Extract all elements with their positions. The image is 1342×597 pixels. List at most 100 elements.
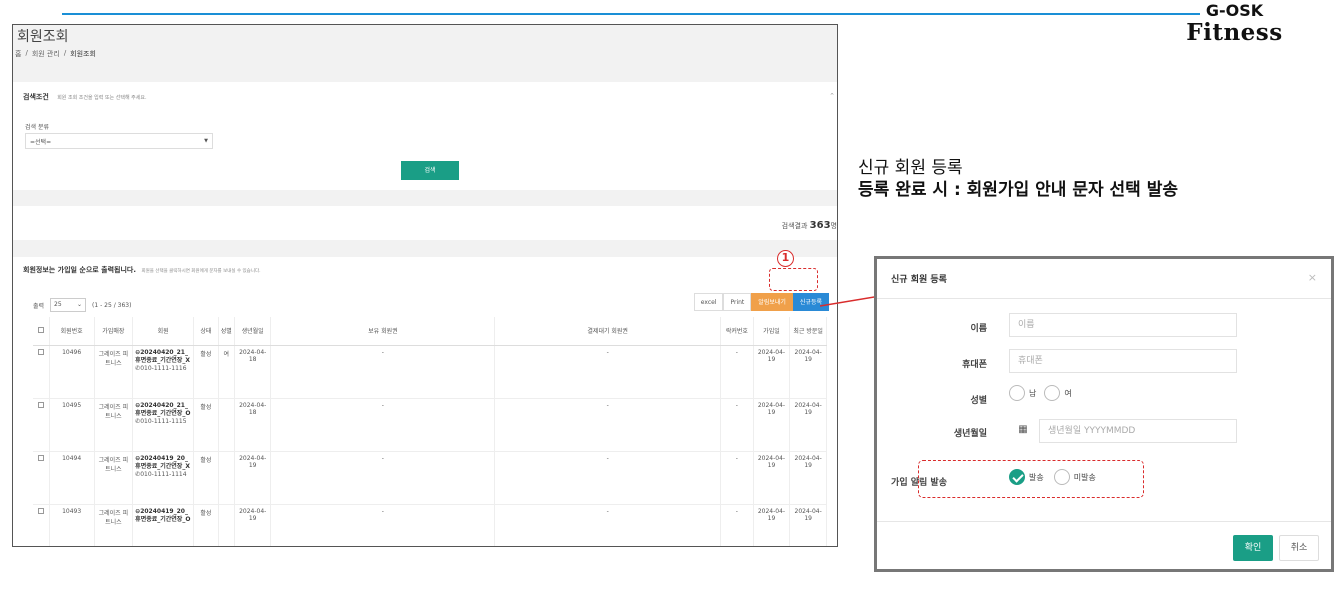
cell-store: 그레이즈 피트니스	[94, 345, 134, 399]
name-input[interactable]: 이름	[1009, 313, 1237, 337]
row-checkbox-cell[interactable]	[33, 451, 50, 505]
row-checkbox-cell[interactable]	[33, 345, 50, 399]
cell-last-visit: 2024-04-19	[789, 345, 827, 399]
step-marker: 1	[777, 250, 794, 267]
birth-input[interactable]: 생년월일 YYYYMMDD	[1039, 419, 1237, 443]
col-birth[interactable]: 생년월일	[234, 317, 272, 346]
cell-birth: 2024-04-18	[234, 345, 272, 399]
send-sms-button[interactable]: 알림보내기	[751, 293, 793, 311]
gender-male-radio[interactable]	[1009, 385, 1025, 401]
col-pending-membership[interactable]: 결제대기 회원권	[494, 317, 722, 346]
print-button[interactable]: Print	[723, 293, 752, 311]
select-all-checkbox[interactable]	[37, 326, 44, 333]
result-suffix: 명	[830, 222, 837, 230]
list-notice-text: 회원정보는 가입일 순으로 출력됩니다.	[23, 266, 137, 274]
search-header: 검색조건 회원 조회 조건을 입력 또는 선택해 주세요.	[23, 92, 147, 102]
search-panel: 검색조건 회원 조회 조건을 입력 또는 선택해 주세요. ⌃ 검색 분류 =선…	[13, 82, 837, 190]
cell-member-no: 10496	[49, 345, 95, 399]
member-name-text: 20240419_20_휴면종료_기간연장_X	[135, 454, 190, 470]
cell-member[interactable]: ⊖20240420_21_휴면종료_기간연장_X ✆010-1111-1116	[132, 345, 195, 399]
member-phone: ✆010-1111-1116	[135, 365, 191, 373]
cell-status: 활성	[193, 504, 219, 546]
row-checkbox[interactable]	[37, 401, 44, 408]
phone-input[interactable]: 휴대폰	[1009, 349, 1237, 373]
select-all-checkbox-cell[interactable]	[33, 317, 50, 346]
cancel-button[interactable]: 취소	[1279, 535, 1319, 561]
cell-pending: -	[494, 451, 722, 505]
col-owned-membership[interactable]: 보유 회원권	[270, 317, 496, 346]
table-row[interactable]: 10495 그레이즈 피트니스 ⊖20240420_21_휴면종료_기간연장_O…	[33, 398, 827, 452]
cell-gender	[218, 398, 235, 452]
member-name[interactable]: ⊖20240420_21_휴면종료_기간연장_O	[135, 402, 191, 418]
cell-store: 그레이즈 피트니스	[94, 504, 134, 546]
cell-birth: 2024-04-19	[234, 451, 272, 505]
new-button-highlight	[769, 268, 818, 291]
new-member-modal: 신규 회원 등록 × 이름 이름 휴대폰 휴대폰 성별 남 여 생년월일 ▦ 생…	[874, 256, 1334, 572]
notify-nosend-label[interactable]: 미발송	[1074, 472, 1096, 483]
name-label: 이름	[970, 324, 987, 334]
modal-footer-divider	[877, 521, 1331, 522]
cell-member[interactable]: ⊖20240419_20_휴면종료_기간연장_X ✆010-1111-1114	[132, 451, 195, 505]
notify-nosend-radio[interactable]	[1053, 469, 1070, 485]
notify-radio-group: 발송 미발송	[1009, 469, 1096, 485]
category-select[interactable]: =선택= ▼	[25, 133, 213, 149]
col-gender[interactable]: 성별	[218, 317, 235, 346]
col-last-visit[interactable]: 최근 방문일	[789, 317, 827, 346]
header-line	[62, 13, 1200, 15]
gender-male-label[interactable]: 남	[1029, 388, 1036, 399]
table-row[interactable]: 10493 그레이즈 피트니스 ⊖20240419_20_휴면종료_기간연장_O…	[33, 504, 827, 546]
cell-join-date: 2024-04-19	[753, 345, 791, 399]
list-notice-sub: 회원을 선택을 클릭하시면 회원에게 문자를 보내실 수 있습니다.	[141, 269, 261, 274]
row-checkbox-cell[interactable]	[33, 504, 50, 546]
notify-send-radio[interactable]	[1009, 469, 1025, 485]
breadcrumb-current: 회원조회	[70, 50, 96, 58]
cell-member-no: 10495	[49, 398, 95, 452]
chevron-down-icon: ⌄	[77, 301, 83, 308]
breadcrumb-separator: /	[63, 49, 67, 57]
cell-last-visit: 2024-04-19	[789, 504, 827, 546]
annotation-line1: 신규 회원 등록	[858, 158, 963, 178]
col-member-no[interactable]: 회원번호	[49, 317, 95, 346]
breadcrumb-home[interactable]: 홈	[15, 49, 21, 59]
chevron-up-icon[interactable]: ⌃	[829, 92, 835, 100]
per-page-value: 25	[54, 301, 62, 308]
col-locker[interactable]: 락커번호	[720, 317, 754, 346]
close-icon[interactable]: ×	[1308, 271, 1317, 284]
member-phone: ✆010-1111-1115	[135, 418, 191, 426]
caret-down-icon: ▼	[204, 138, 208, 144]
col-status[interactable]: 상태	[193, 317, 219, 346]
col-member[interactable]: 회원	[132, 317, 195, 346]
member-name[interactable]: ⊖20240420_21_휴면종료_기간연장_X	[135, 349, 191, 365]
row-checkbox[interactable]	[37, 348, 44, 355]
calendar-icon[interactable]: ▦	[1009, 419, 1037, 443]
table-row[interactable]: 10496 그레이즈 피트니스 ⊖20240420_21_휴면종료_기간연장_X…	[33, 345, 827, 399]
gender-female-label[interactable]: 여	[1064, 388, 1071, 399]
page-title: 회원조회	[17, 29, 69, 45]
confirm-button[interactable]: 확인	[1233, 535, 1273, 561]
per-page-select[interactable]: 25 ⌄	[50, 298, 87, 312]
cell-member[interactable]: ⊖20240419_20_휴면종료_기간연장_O	[132, 504, 195, 546]
row-checkbox[interactable]	[37, 454, 44, 461]
col-join-date[interactable]: 가입일	[753, 317, 791, 346]
breadcrumb-member-manage[interactable]: 회원 관리	[32, 49, 60, 59]
notify-send-label[interactable]: 발송	[1029, 472, 1044, 483]
cell-last-visit: 2024-04-19	[789, 398, 827, 452]
gender-female-radio[interactable]	[1044, 385, 1061, 401]
excel-button[interactable]: excel	[693, 293, 724, 311]
brand-line2: Fitness	[1186, 19, 1283, 46]
row-checkbox[interactable]	[37, 507, 44, 514]
search-button[interactable]: 검색	[401, 161, 459, 180]
row-checkbox-cell[interactable]	[33, 398, 50, 452]
member-name[interactable]: ⊖20240419_20_휴면종료_기간연장_O	[135, 508, 191, 524]
cell-member[interactable]: ⊖20240420_21_휴면종료_기간연장_O ✆010-1111-1115	[132, 398, 195, 452]
cell-locker: -	[720, 451, 754, 505]
phone-label: 휴대폰	[962, 360, 987, 370]
member-table: 회원번호 가입매장 회원 상태 성별 생년월일 보유 회원권 결제대기 회원권 …	[33, 317, 827, 546]
cell-join-date: 2024-04-19	[753, 504, 791, 546]
table-row[interactable]: 10494 그레이즈 피트니스 ⊖20240419_20_휴면종료_기간연장_X…	[33, 451, 827, 505]
member-name[interactable]: ⊖20240419_20_휴면종료_기간연장_X	[135, 455, 191, 471]
annotation-text: 신규 회원 등록 등록 완료 시 : 회원가입 안내 문자 선택 발송	[858, 157, 1178, 201]
cell-status: 활성	[193, 345, 219, 399]
cell-gender	[218, 504, 235, 546]
col-store[interactable]: 가입매장	[94, 317, 134, 346]
